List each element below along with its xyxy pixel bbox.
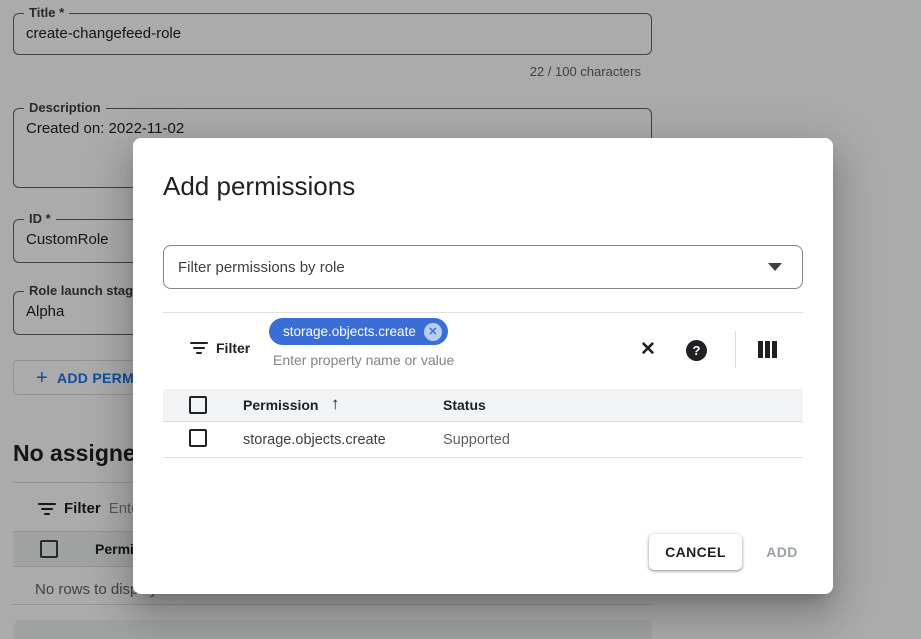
filter-input[interactable]	[273, 352, 573, 368]
sort-ascending-icon[interactable]: ↑	[331, 394, 340, 414]
status-cell: Supported	[443, 432, 510, 448]
chip-remove-icon[interactable]: ✕	[424, 323, 442, 341]
chevron-down-icon	[768, 263, 782, 271]
add-button[interactable]: ADD	[751, 534, 813, 570]
table-row[interactable]: storage.objects.create Supported	[163, 422, 803, 458]
status-column-header: Status	[443, 397, 486, 413]
cancel-button[interactable]: CANCEL	[649, 534, 742, 570]
role-filter-dropdown[interactable]: Filter permissions by role	[163, 245, 803, 289]
divider	[163, 312, 803, 313]
clear-filters-icon[interactable]: ✕	[637, 338, 659, 361]
permissions-table-header: Permission ↑ Status	[163, 389, 803, 422]
add-permissions-dialog: Add permissions Filter permissions by ro…	[133, 138, 833, 594]
divider	[735, 331, 736, 368]
dialog-title: Add permissions	[163, 171, 355, 202]
filter-chip-label: storage.objects.create	[283, 324, 416, 339]
permissions-table: Permission ↑ Status storage.objects.crea…	[163, 389, 803, 458]
filter-chip-storage-objects-create[interactable]: storage.objects.create ✕	[269, 318, 448, 345]
filter-icon	[190, 342, 208, 354]
row-checkbox[interactable]	[189, 429, 207, 447]
permission-column-header[interactable]: Permission	[243, 397, 318, 413]
permission-cell: storage.objects.create	[243, 432, 386, 448]
help-icon[interactable]: ?	[686, 340, 707, 361]
select-all-checkbox[interactable]	[189, 396, 207, 414]
filter-label: Filter	[216, 340, 250, 356]
column-display-options-icon[interactable]	[758, 341, 777, 358]
role-filter-dropdown-value: Filter permissions by role	[178, 259, 345, 276]
